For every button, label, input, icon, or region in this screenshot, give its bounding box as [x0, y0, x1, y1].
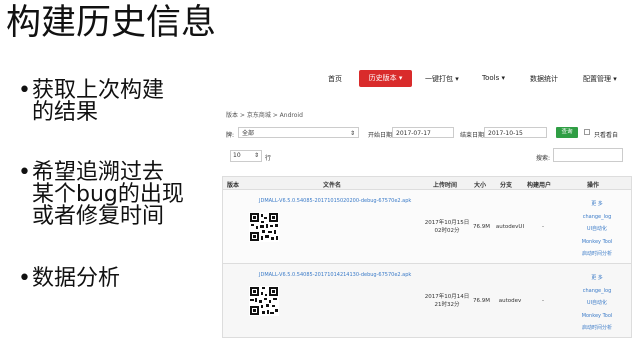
table-row: JDMALL-V6.5.0.54085-20171015020200-debug… [222, 190, 632, 264]
upload-time: 2017年10月14日 21时32分 [424, 294, 470, 308]
apk-file-link[interactable]: JDMALL-V6.5.0.54085-20171015020200-debug… [259, 198, 411, 204]
build-user: - [542, 224, 544, 230]
bullet-dot-icon: • [18, 160, 31, 185]
row-actions: 更 多 change_log UI自动化 Monkey Tool 启动时间分析 [575, 272, 619, 335]
search-label: 搜索: [536, 155, 551, 162]
startup-analysis-link[interactable]: 启动时间分析 [575, 248, 619, 261]
platform-select[interactable]: 全部 ⇕ [238, 127, 359, 138]
build-user: - [542, 298, 544, 304]
platform-label: 牌: [226, 132, 235, 139]
nav-item-build[interactable]: 一键打包 ▾ [425, 74, 459, 84]
qr-code-icon [249, 212, 279, 242]
end-date-input[interactable]: 2017-10-15 [484, 127, 547, 138]
nav-item-tools[interactable]: Tools ▾ [482, 74, 505, 82]
only-mine-label: 只看看自 [594, 132, 619, 139]
rows-label: 行 [265, 155, 272, 162]
end-date-label: 结束日期: [460, 132, 487, 139]
top-nav: 首页 历史版本 ▾ 一键打包 ▾ Tools ▾ 数据统计 配置管理 ▾ [222, 62, 640, 96]
chevron-down-icon: ▾ [398, 74, 403, 82]
apk-file-link[interactable]: JDMALL-V6.5.0.54085-20171014214130-debug… [259, 272, 411, 278]
nav-item-home[interactable]: 首页 [328, 74, 342, 84]
page-size-select[interactable]: 10 ⇕ [230, 150, 262, 162]
only-mine-checkbox[interactable] [584, 129, 590, 135]
chevron-down-icon: ▾ [501, 74, 505, 82]
pagination-bar: 10 ⇕ 行 搜索: [222, 148, 640, 164]
search-input[interactable] [553, 148, 623, 162]
header-upload-time: 上传时间 [433, 182, 458, 189]
startup-analysis-link[interactable]: 启动时间分析 [575, 322, 619, 335]
header-actions: 操作 [587, 182, 600, 189]
table-row: JDMALL-V6.5.0.54085-20171014214130-debug… [222, 264, 632, 338]
changelog-link[interactable]: change_log [575, 285, 619, 298]
select-arrows-icon: ⇕ [349, 130, 355, 137]
chevron-down-icon: ▾ [613, 75, 617, 83]
branch-name: autodevUI [495, 224, 525, 230]
bullet-line: 数据分析 [32, 266, 121, 291]
upload-time: 2017年10月15日 02时02分 [424, 220, 470, 234]
nav-item-config[interactable]: 配置管理 ▾ [583, 74, 617, 84]
chevron-down-icon: ▾ [455, 75, 459, 83]
header-version: 版本 [227, 182, 240, 189]
start-date-input[interactable]: 2017-07-17 [392, 127, 454, 138]
table-header: 版本 文件名 上传时间 大小 分支 构建用户 操作 [222, 176, 632, 190]
bullet-line: 的结果 [32, 100, 99, 125]
header-branch: 分支 [500, 182, 513, 189]
ui-automation-link[interactable]: UI自动化 [575, 297, 619, 310]
query-button[interactable]: 查询 [556, 127, 578, 138]
ui-automation-link[interactable]: UI自动化 [575, 223, 619, 236]
monkey-tool-link[interactable]: Monkey Tool [575, 236, 619, 249]
branch-name: autodev [498, 298, 522, 304]
qr-code-icon [249, 286, 279, 316]
bullet-line: 某个bug的出现 [32, 182, 184, 207]
monkey-tool-link[interactable]: Monkey Tool [575, 310, 619, 323]
header-build-user: 构建用户 [527, 182, 552, 189]
header-filename: 文件名 [323, 182, 342, 189]
more-link[interactable]: 更 多 [575, 198, 619, 211]
start-date-label: 开始日期: [368, 132, 395, 139]
filter-bar: 牌: 全部 ⇕ 开始日期: 2017-07-17 结束日期: 2017-10-15… [222, 126, 640, 140]
bullet-dot-icon: • [18, 266, 31, 291]
header-size: 大小 [474, 182, 487, 189]
bullet-line: 或者修复时间 [32, 204, 165, 229]
slide-title: 构建历史信息 [6, 3, 217, 43]
select-arrows-icon: ⇕ [253, 152, 259, 159]
bullet-dot-icon: • [18, 78, 31, 103]
nav-item-stats[interactable]: 数据统计 [530, 74, 558, 84]
embedded-screenshot: 首页 历史版本 ▾ 一键打包 ▾ Tools ▾ 数据统计 配置管理 ▾ 版本 … [222, 62, 640, 344]
file-size: 76.9M [473, 298, 490, 304]
bullet-line: 获取上次构建 [32, 78, 165, 103]
nav-item-history[interactable]: 历史版本 ▾ [359, 70, 412, 87]
changelog-link[interactable]: change_log [575, 211, 619, 224]
breadcrumb: 版本 > 京东商城 > Android [226, 112, 303, 119]
row-actions: 更 多 change_log UI自动化 Monkey Tool 启动时间分析 [575, 198, 619, 261]
bullet-line: 希望追溯过去 [32, 160, 165, 185]
file-size: 76.9M [473, 224, 490, 230]
more-link[interactable]: 更 多 [575, 272, 619, 285]
